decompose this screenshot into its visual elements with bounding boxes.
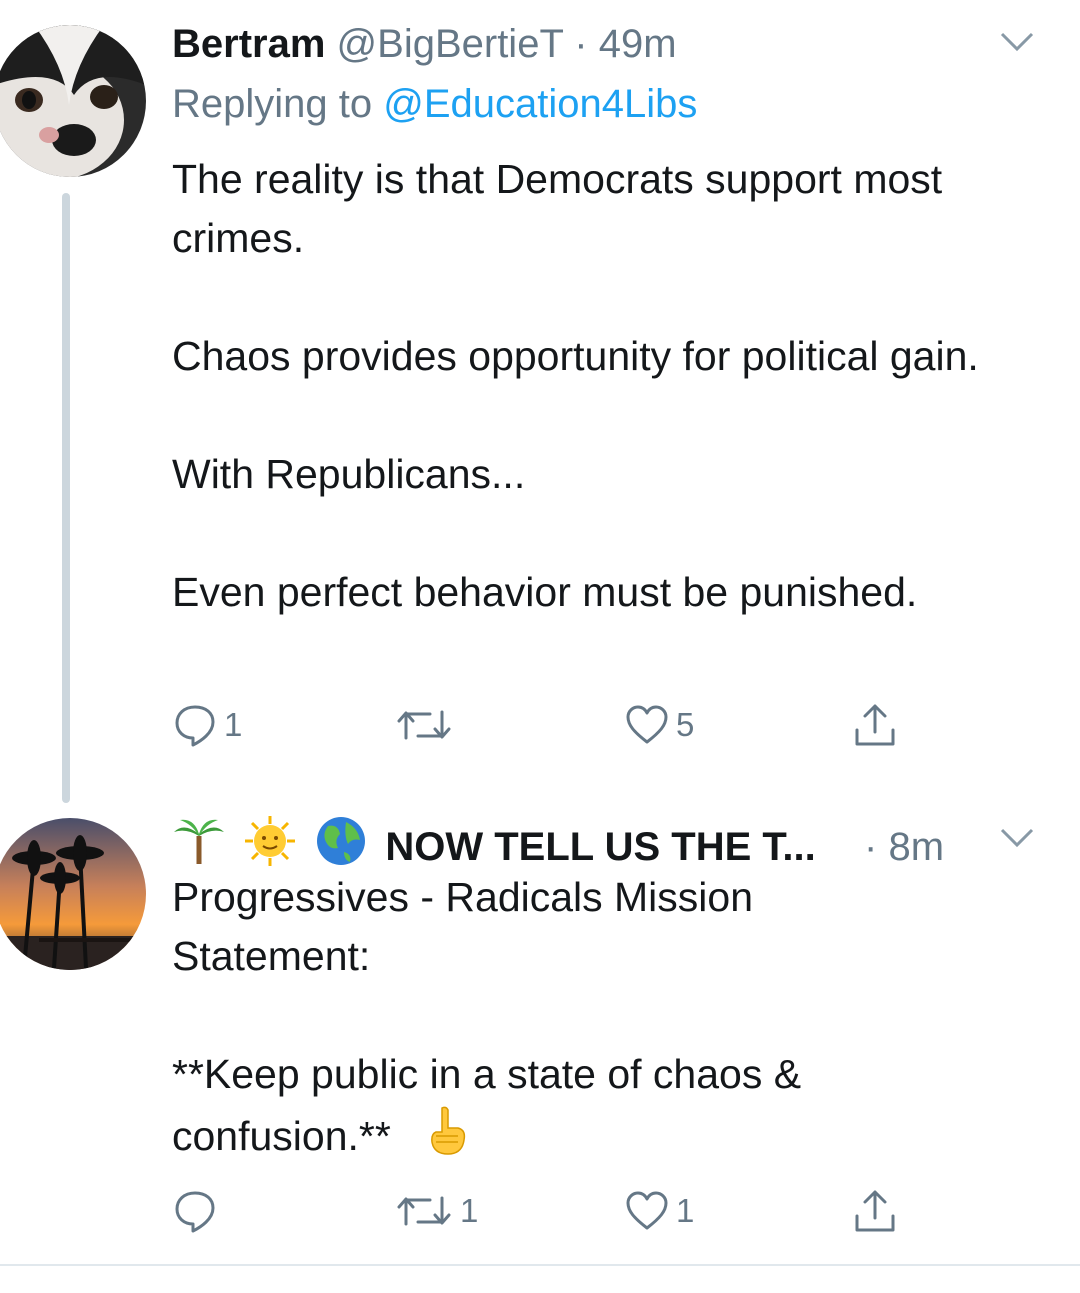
tweet-text: The reality is that Democrats support mo… <box>172 150 1052 622</box>
separator: · <box>574 22 588 66</box>
tweet-paragraph: Progressives - Radicals Mission Statemen… <box>172 874 754 979</box>
replying-to: Replying to @Education4Libs <box>172 82 697 126</box>
display-name[interactable]: NOW TELL US THE T... <box>385 825 815 869</box>
like-button[interactable]: 5 <box>624 700 694 750</box>
tweet-actions: 1 1 <box>172 1186 932 1236</box>
reply-button[interactable] <box>172 1186 224 1236</box>
cat-avatar <box>0 25 146 177</box>
tweet-paragraph: The reality is that Democrats support mo… <box>172 156 943 261</box>
sun-emoji <box>243 814 297 868</box>
tweet-paragraph: Even perfect behavior must be punished. <box>172 569 918 615</box>
tweet-header: Bertram @BigBertieT · 49m <box>172 22 677 66</box>
retweet-icon <box>397 710 451 740</box>
divider <box>0 1264 1080 1266</box>
like-count: 1 <box>676 1192 695 1229</box>
like-icon <box>626 1191 668 1230</box>
retweet-button[interactable] <box>394 700 460 750</box>
chevron-down-icon[interactable] <box>1000 32 1034 52</box>
tweet-paragraph: **Keep public in a state of chaos & conf… <box>172 1045 892 1166</box>
reply-mention-link[interactable]: @Education4Libs <box>383 82 697 126</box>
share-button[interactable] <box>852 1186 898 1236</box>
share-icon <box>855 1190 895 1232</box>
tweet-text: Progressives - Radicals Mission Statemen… <box>172 868 892 1166</box>
like-icon <box>626 705 668 744</box>
tweet-header: NOW TELL US THE T... · 8m <box>172 814 944 869</box>
reply-prefix: Replying to <box>172 82 373 126</box>
share-icon <box>855 704 895 746</box>
avatar[interactable] <box>0 818 146 970</box>
reply-icon <box>175 705 215 747</box>
reply-button[interactable]: 1 <box>172 700 242 750</box>
palm-tree-emoji <box>172 814 226 868</box>
timestamp[interactable]: 49m <box>599 22 677 66</box>
chevron-down-icon[interactable] <box>1000 828 1034 848</box>
separator: · <box>864 825 878 869</box>
share-button[interactable] <box>852 700 898 750</box>
reply-count: 1 <box>224 706 243 743</box>
timestamp[interactable]: 8m <box>888 825 944 869</box>
thread-line <box>62 193 70 803</box>
tweet-actions: 1 5 <box>172 700 932 750</box>
user-handle[interactable]: @BigBertieT <box>337 22 564 66</box>
tweet-paragraph: With Republicans... <box>172 451 526 497</box>
reply-icon <box>175 1191 215 1233</box>
retweet-button[interactable]: 1 <box>394 1186 478 1236</box>
globe-emoji <box>314 814 368 868</box>
sunset-palms-avatar <box>0 818 146 970</box>
avatar[interactable] <box>0 25 146 177</box>
like-button[interactable]: 1 <box>624 1186 694 1236</box>
tweet-paragraph-text: **Keep public in a state of chaos & conf… <box>172 1051 802 1159</box>
tweet-paragraph: Chaos provides opportunity for political… <box>172 333 979 379</box>
like-count: 5 <box>676 706 695 743</box>
retweet-count: 1 <box>460 1192 479 1229</box>
display-name[interactable]: Bertram <box>172 22 325 66</box>
retweet-icon <box>397 1196 451 1226</box>
pointing-up-emoji <box>420 1104 474 1158</box>
